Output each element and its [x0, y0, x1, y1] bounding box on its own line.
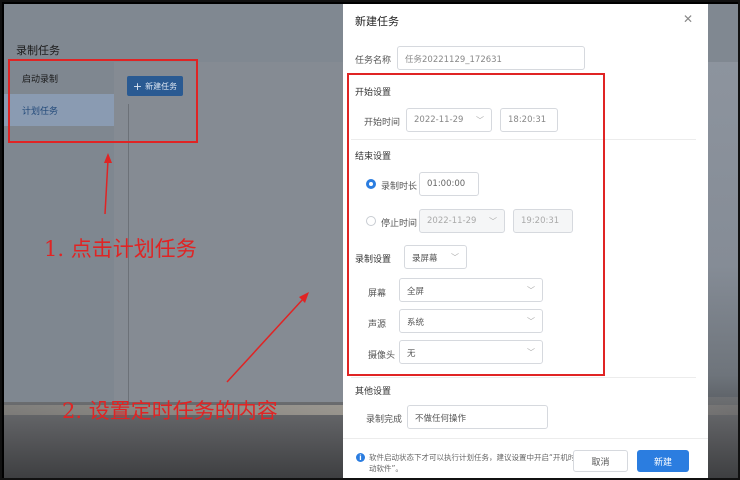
task-name-label: 任务名称: [355, 56, 392, 66]
task-name-input[interactable]: 任务20221129_172631: [397, 46, 585, 70]
footer-divider: [343, 438, 708, 439]
annotation-step-2: 2. 设置定时任务的内容: [62, 399, 278, 423]
screenshot-frame: 录制任务 启动录制 计划任务 + 新建任务 1. 点击计划任务 2. 设置定时任…: [0, 0, 740, 480]
highlight-box-settings: [347, 73, 605, 376]
after-record-label: 录制完成: [366, 415, 403, 425]
cancel-button[interactable]: 取消: [573, 450, 628, 472]
create-button[interactable]: 新建: [637, 450, 689, 472]
close-icon[interactable]: ✕: [683, 12, 693, 26]
info-icon: i: [356, 453, 365, 462]
section-divider: [351, 377, 696, 378]
other-section-title: 其他设置: [355, 387, 392, 397]
hint-text: 软件启动状态下才可以执行计划任务，建议设置中开启“开机时自动启动软件”。: [369, 453, 598, 473]
arrow-line-1: [104, 159, 109, 215]
arrow-line-2: [226, 297, 305, 383]
arrow-head-1: [104, 153, 112, 163]
after-record-select[interactable]: 不做任何操作: [407, 405, 548, 429]
dialog-title: 新建任务: [355, 15, 399, 28]
annotation-step-1: 1. 点击计划任务: [44, 237, 197, 261]
